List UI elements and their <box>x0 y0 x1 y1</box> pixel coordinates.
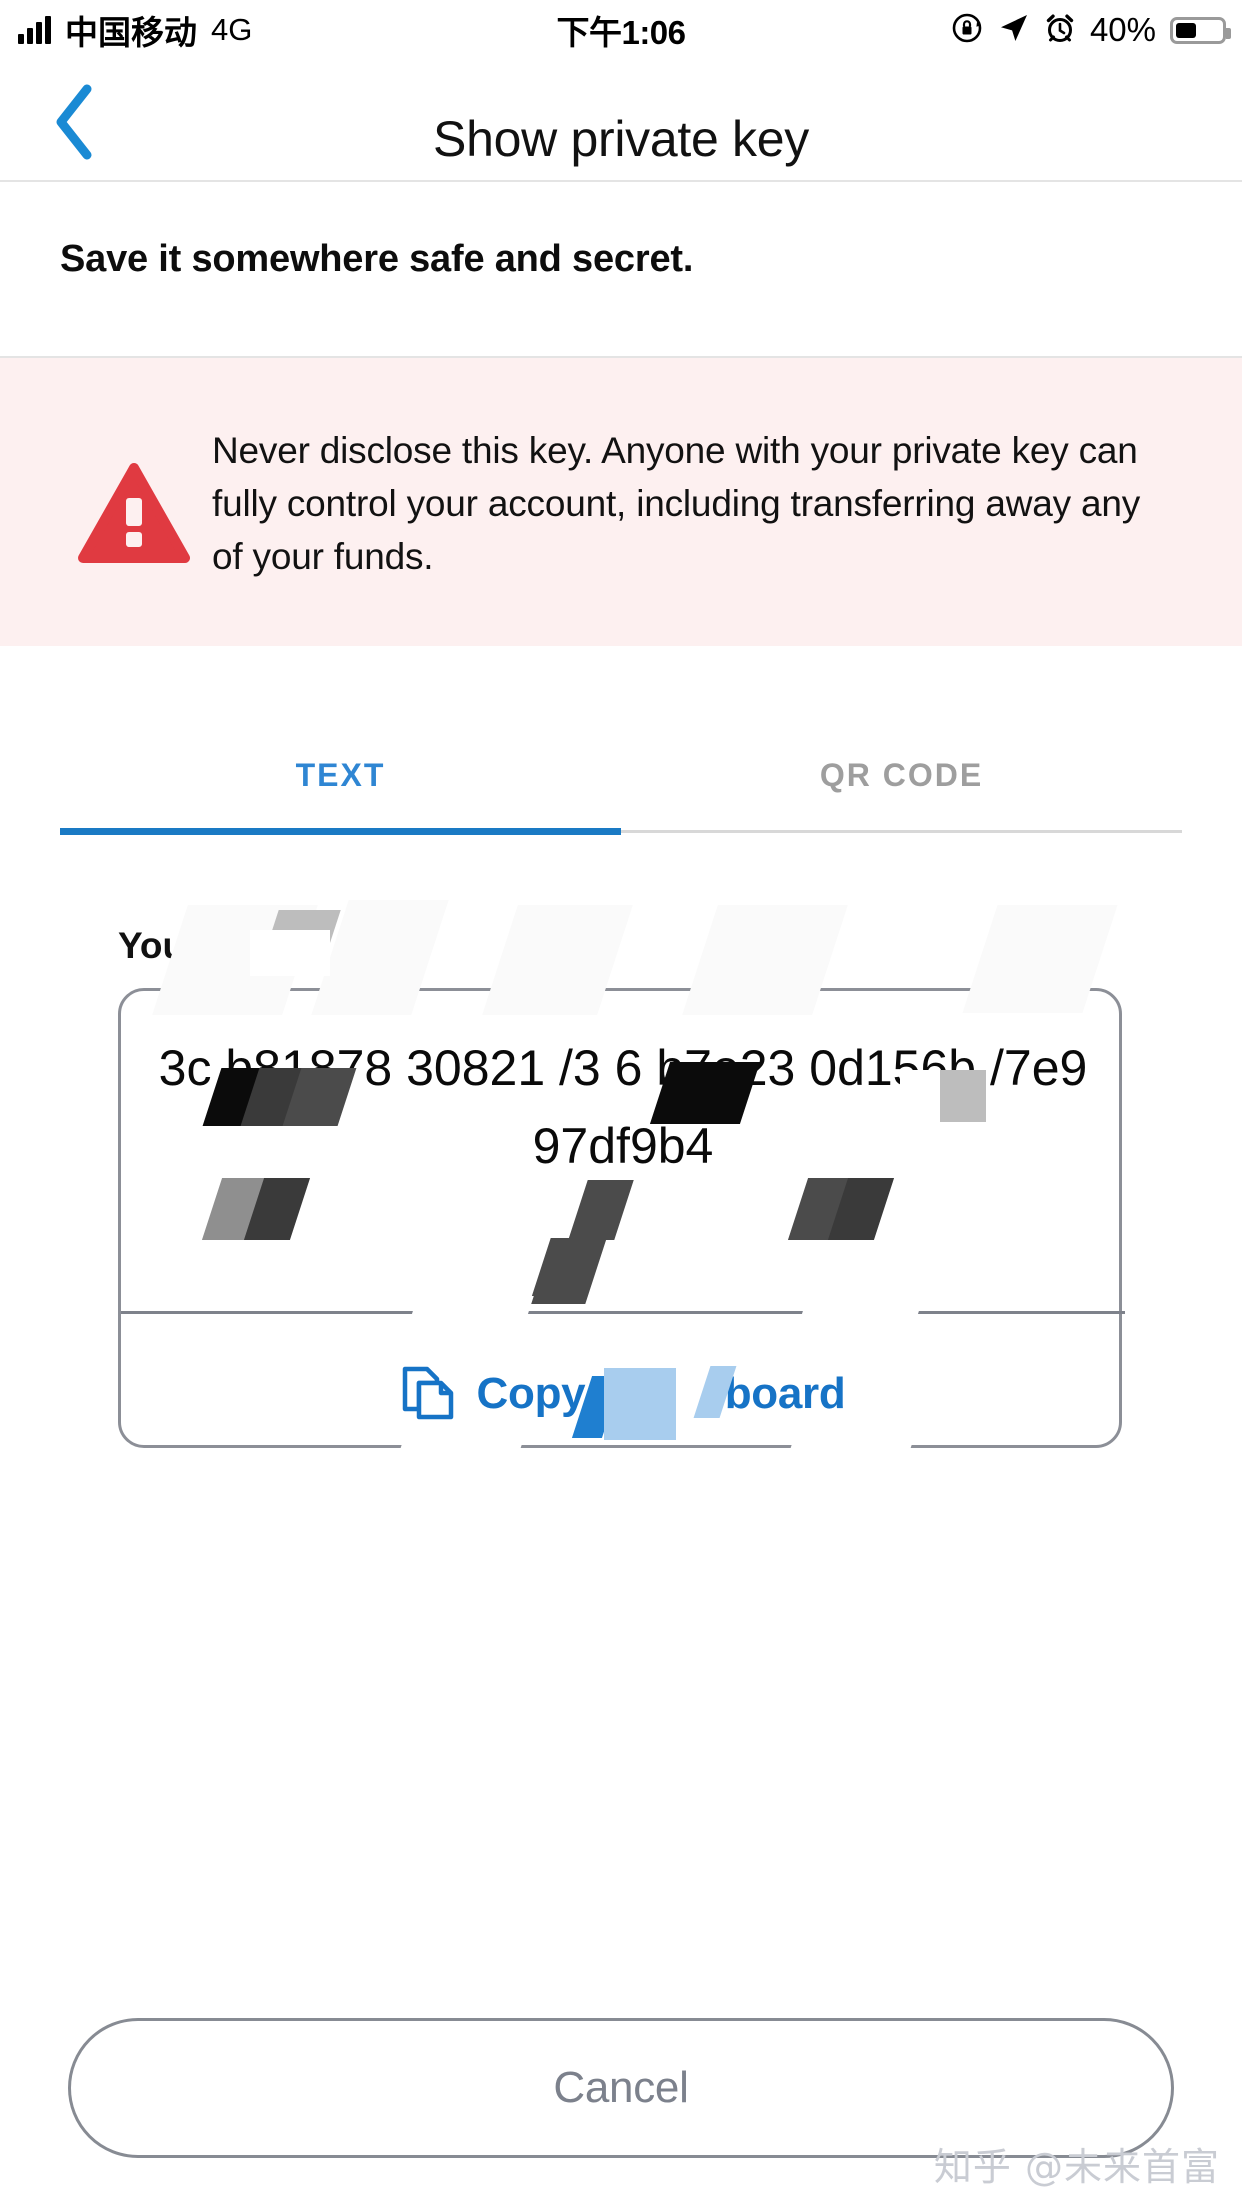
private-key-box: 3c b81878 30821 /3 6 b7e23 0d156b /7e9 9… <box>118 988 1125 1449</box>
tab-active-indicator <box>60 828 621 835</box>
copy-to-clipboard-label: Copy to clipboard <box>476 1369 846 1418</box>
battery-percent-label: 40% <box>1089 11 1156 48</box>
warning-triangle-icon <box>78 462 190 566</box>
alarm-clock-icon <box>1044 12 1076 49</box>
status-bar: 中国移动 4G 下午1:06 40% <box>0 0 1242 60</box>
battery-icon <box>1170 16 1231 44</box>
navigation-bar: Show private key <box>0 60 1242 182</box>
warning-text: Never disclose this key. Anyone with you… <box>212 430 1141 577</box>
app-screen: 中国移动 4G 下午1:06 40% Show private key Save… <box>0 0 1242 2208</box>
status-bar-right: 40% <box>950 0 1231 60</box>
cancel-button-label: Cancel <box>553 2063 689 2112</box>
location-arrow-icon <box>998 12 1030 49</box>
clock-label: 下午1:06 <box>556 14 686 51</box>
private-key-value: 3c b81878 30821 /3 6 b7e23 0d156b /7e9 9… <box>158 1040 1088 1174</box>
page-subtitle: Save it somewhere safe and secret. <box>60 238 694 280</box>
private-key-label: Your private key <box>118 925 404 966</box>
page-title: Show private key <box>433 111 809 167</box>
tab-text[interactable]: TEXT <box>60 720 621 830</box>
copy-to-clipboard-button[interactable]: Copy to clipboard <box>121 1339 1125 1449</box>
copy-row-divider <box>121 1311 1125 1314</box>
copy-icon <box>401 1363 455 1426</box>
tab-bar: TEXT QR CODE <box>60 720 1182 850</box>
watermark: 知乎 @未来首富 <box>933 2145 1220 2189</box>
rotation-lock-icon <box>950 11 984 50</box>
tab-qr-code[interactable]: QR CODE <box>621 720 1182 830</box>
